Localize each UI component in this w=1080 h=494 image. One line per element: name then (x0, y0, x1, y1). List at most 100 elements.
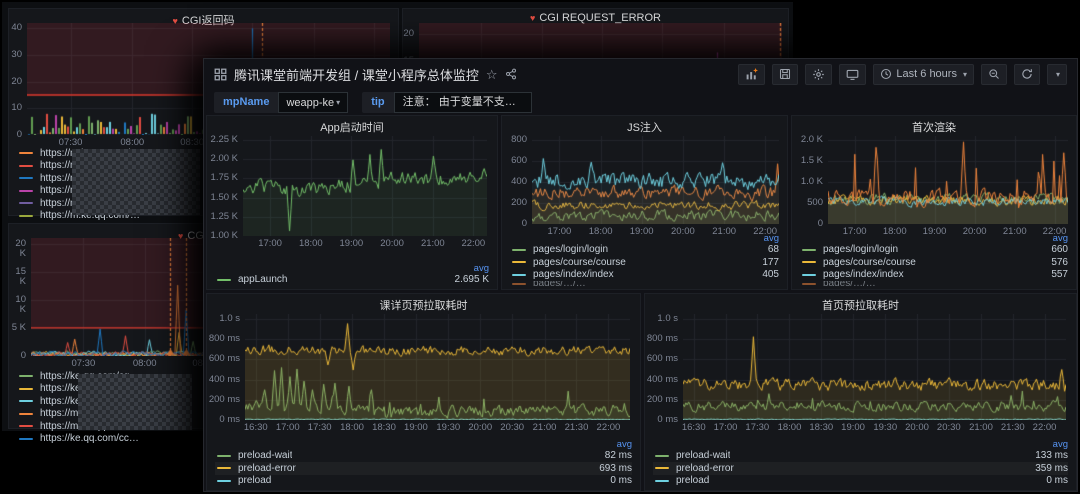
legend-series-color (19, 375, 33, 377)
y-tick-label: 1.00 K (207, 231, 238, 241)
legend-series-value: 660 (1043, 244, 1068, 255)
legend-series-name: https://ke.qq.com/cc… (40, 433, 139, 444)
legend-series-color (512, 283, 526, 285)
x-tick-label: 19:00 (329, 239, 373, 249)
chart-canvas[interactable] (532, 136, 779, 224)
panel-legend: avgpreload-wait133 mspreload-error359 ms… (653, 439, 1068, 488)
legend-series-value: 177 (754, 257, 779, 268)
legend-series-value: 405 (754, 269, 779, 280)
legend-series-value: 0 ms (1038, 475, 1068, 486)
transparency-checkerboard (78, 374, 192, 430)
panel-title[interactable]: 首页预拉取耗时 (645, 297, 1076, 313)
legend-row[interactable]: preload0 ms (653, 475, 1068, 488)
legend-series-name: pages/course/course (533, 257, 626, 268)
panel-js-inject: JS注入800600400200017:0018:0019:0020:0021:… (501, 115, 788, 290)
legend-series-name: pages/course/course (823, 257, 916, 268)
legend-row[interactable]: pages/course/course 177 (510, 256, 779, 269)
legend-series-color (802, 274, 816, 276)
share-icon[interactable] (505, 68, 517, 80)
dashboard-breadcrumb-title[interactable]: 腾讯课堂前端开发组 / 课堂小程序总体监控 (234, 65, 479, 84)
refresh-interval-dropdown[interactable]: ▾ (1047, 64, 1067, 85)
legend-series-name: pages/index/index (533, 269, 614, 280)
panel-title[interactable]: JS注入 (502, 119, 787, 135)
x-tick-label: 17:00 (248, 239, 292, 249)
legend-row[interactable]: pages/login/login68 (510, 244, 779, 257)
y-tick-label: 0 (792, 219, 823, 229)
legend-series-name: preload-error (238, 463, 296, 474)
variable-tip-group: tip 注意： 由于变量不支持告… (362, 92, 531, 113)
y-tick-label: 2.25 K (207, 135, 238, 145)
legend-avg-header[interactable]: avg (215, 263, 489, 274)
panel-title[interactable]: 课详页预拉取耗时 (207, 297, 640, 313)
panel-title[interactable]: 首次渲染 (792, 119, 1076, 135)
variable-mpname-value: weapp-ke (286, 97, 334, 109)
analytics-button[interactable] (738, 64, 765, 85)
legend-series-name: preload-error (676, 463, 734, 474)
x-tick-label: 07:30 (61, 359, 105, 369)
legend-row[interactable]: preload0 ms (215, 475, 632, 488)
legend-row[interactable]: pages/index/index 405 (510, 269, 779, 282)
legend-row[interactable]: appLaunch2.695 K (215, 274, 489, 287)
y-tick-label: 2.00 K (207, 154, 238, 164)
y-tick-label: 800 ms (645, 334, 678, 344)
legend-series-name: pages/…/… (533, 281, 586, 286)
y-tick-label: 800 (502, 135, 527, 145)
panel-legend: avgpages/login/login68pages/course/cours… (510, 233, 779, 287)
legend-series-color (217, 455, 231, 457)
legend-row[interactable]: pages/course/course576 (800, 256, 1068, 269)
legend-row[interactable]: pages/index/index557 (800, 269, 1068, 282)
desktop: { "window": { "breadcrumb": "腾讯课堂前端开发组 /… (0, 0, 1080, 494)
legend-series-color (19, 388, 33, 390)
legend-row[interactable]: pages/…/… (800, 281, 1068, 286)
legend-series-color (512, 261, 526, 263)
legend-series-color (19, 215, 33, 217)
legend-series-color (19, 425, 33, 427)
chart-canvas[interactable] (243, 136, 487, 236)
y-tick-label: 800 ms (207, 334, 240, 344)
legend-series-value: 0 ms (602, 475, 632, 486)
panel-title[interactable]: App启动时间 (207, 119, 497, 135)
transparency-checkerboard (72, 149, 200, 215)
zoom-out-button[interactable] (981, 64, 1007, 85)
chevron-down-icon: ▾ (963, 70, 967, 79)
dashboard-grid-icon[interactable] (214, 68, 227, 81)
star-icon[interactable]: ☆ (486, 68, 498, 81)
legend-series-value: 2.695 K (447, 274, 489, 285)
panel-legend: avgpreload-wait82 mspreload-error693 msp… (215, 439, 632, 488)
legend-series-color (655, 467, 669, 469)
y-tick-label: 200 (502, 198, 527, 208)
y-tick-label: 10 (9, 103, 22, 113)
legend-row[interactable]: preload-error359 ms (653, 462, 1068, 475)
refresh-button[interactable] (1014, 64, 1040, 85)
y-tick-label: 1.0 K (792, 177, 823, 187)
panel-first-render: 首次渲染2.0 K1.5 K1.0 K500017:0018:0019:0020… (791, 115, 1077, 290)
dashboard-settings-button[interactable] (805, 64, 832, 85)
variable-mpname-group: mpName weapp-ke ▾ (214, 92, 348, 113)
legend-row[interactable]: preload-wait82 ms (215, 450, 632, 463)
chart-canvas[interactable] (828, 136, 1068, 224)
variable-tip-text: 注意： 由于变量不支持告… (394, 92, 532, 113)
chart-canvas[interactable] (683, 314, 1066, 420)
legend-series-color (655, 455, 669, 457)
legend-avg-header[interactable]: avg (653, 439, 1068, 450)
chart-plot-area (683, 314, 1066, 420)
chart-canvas[interactable] (245, 314, 630, 420)
x-tick-label: 18:00 (289, 239, 333, 249)
panel-title-text: 首页预拉取耗时 (822, 300, 899, 312)
legend-series-color (802, 283, 816, 285)
legend-row[interactable]: pages/login/login660 (800, 244, 1068, 257)
save-dashboard-button[interactable] (772, 64, 798, 85)
y-tick-label: 20 (9, 77, 22, 87)
chart-plot-area (243, 136, 487, 236)
variable-select-mpname[interactable]: weapp-ke ▾ (278, 92, 348, 113)
time-range-picker[interactable]: Last 6 hours ▾ (873, 64, 974, 85)
legend-avg-header[interactable]: avg (800, 233, 1068, 244)
legend-row[interactable]: pages/…/… (510, 281, 779, 286)
variable-label-tip: tip (362, 92, 393, 113)
legend-row[interactable]: preload-wait133 ms (653, 450, 1068, 463)
legend-avg-header[interactable]: avg (510, 233, 779, 244)
legend-row[interactable]: preload-error693 ms (215, 462, 632, 475)
legend-avg-header[interactable]: avg (215, 439, 632, 450)
x-tick-label: 22:00 (451, 239, 495, 249)
cycle-view-button[interactable] (839, 64, 866, 85)
